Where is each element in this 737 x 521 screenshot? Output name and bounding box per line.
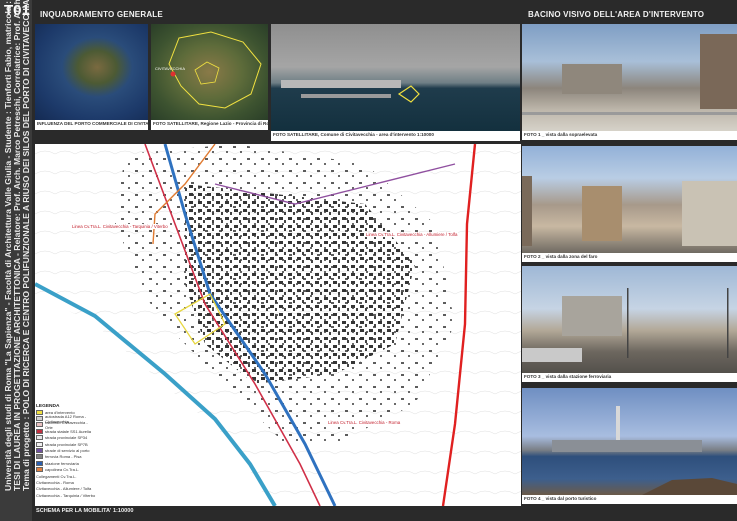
building — [582, 186, 622, 241]
title-sidebar: T01 Università degli studi di Roma "La S… — [0, 0, 32, 521]
legend-row: strada statale SS1 Aurelia — [36, 428, 96, 434]
intervention-area-outline — [397, 85, 420, 103]
rocks — [642, 478, 737, 495]
legend-swatch — [36, 428, 43, 434]
satellite-mediterranean-image — [35, 24, 148, 120]
street-lamp — [727, 288, 729, 358]
breakwater — [301, 94, 391, 98]
satellite-lazio-image: CIVITAVECCHIA — [151, 24, 268, 120]
legend-label: strada provinciale SP7B — [45, 441, 88, 447]
legend-swatch — [36, 422, 43, 428]
legend-footer-line: Civitavecchia - Allumiere / Tolfa — [36, 486, 92, 492]
port-piers — [281, 80, 401, 88]
building — [682, 181, 737, 246]
parked-cars — [522, 348, 582, 362]
photo-faro — [522, 146, 737, 253]
legend-label: capolinea Cv.Tra.L. — [45, 467, 80, 473]
schema-title: SCHEMA PER LA MOBILITA' 1:10000 — [36, 508, 134, 514]
railing — [522, 112, 737, 115]
mobility-map-drawing — [35, 144, 521, 506]
legend-row: strada provinciale SP34 — [36, 435, 96, 441]
photo4-elements — [552, 406, 737, 495]
legend-swatch — [36, 460, 43, 466]
header-bacino-visivo: BACINO VISIVO DELL'AREA D'INTERVENTO — [528, 10, 705, 19]
legend-swatch — [36, 409, 43, 415]
label-bus-roma: Linea Cv.Tra.L. Civitavecchia - Roma — [327, 420, 402, 425]
legend-swatch — [36, 416, 43, 422]
caption-foto1: FOTO 1 _ vista dalla sopraelevata — [522, 131, 737, 140]
legend-swatch — [36, 448, 43, 454]
comune-border — [194, 61, 220, 85]
legend-row: raccordo Civitavecchia - Orte — [36, 420, 96, 430]
province-outline-overlay: CIVITAVECCHIA — [155, 31, 262, 109]
caption-foto2: FOTO 2 _ vista dalla zona del faro — [522, 253, 737, 262]
legend-swatch — [36, 467, 43, 473]
photo-sopraelevata — [522, 24, 737, 131]
photo-stazione — [522, 266, 737, 373]
thesis-info: Università degli studi di Roma "La Sapie… — [3, 0, 31, 491]
caption-civitavecchia: FOTO SATELLITARE, Comune di Civitavecchi… — [271, 131, 520, 141]
photo1-buildings — [522, 34, 737, 115]
building — [700, 34, 737, 109]
caption-lazio: FOTO SATELLITARE, Regione Lazio - Provin… — [151, 120, 268, 130]
building — [562, 64, 622, 94]
legend-swatch — [36, 441, 43, 447]
map-legend: LEGENDA area d'intervento autostrada A12… — [36, 404, 96, 504]
legend-row: strada provinciale SP7B — [36, 441, 96, 447]
caption-foto3: FOTO 3 _ vista dalla stazione ferroviari… — [522, 373, 737, 382]
street-lamp — [627, 288, 629, 358]
legend-swatch — [36, 454, 43, 460]
header-inquadramento: INQUADRAMENTO GENERALE — [40, 10, 163, 19]
photo3-elements — [522, 288, 729, 362]
caption-porto-influenza: INFLUENZA DEL PORTO COMMERCIALE DI CIVIT… — [35, 120, 148, 130]
legend-label: ferrovia Roma - Pisa — [45, 454, 82, 460]
thesis-line-theme: Tema di progetto : POLO DI RICERCA E CEN… — [21, 0, 31, 491]
legend-label: strada provinciale SP34 — [45, 435, 88, 441]
legend-footer-line: Civitavecchia - Tarquinia / Viterbo — [36, 492, 96, 498]
photo-porto-turistico — [522, 388, 737, 495]
photo2-buildings — [522, 176, 737, 246]
civitavecchia-marker — [170, 71, 176, 77]
caption-foto4: FOTO 4 _ vista dal porto turistico — [522, 495, 737, 504]
legend-label: strada statale SS1 Aurelia — [45, 428, 92, 434]
legend-swatch — [36, 435, 43, 441]
label-bus-tarquinia: Linea Cv.Tra.L. Civitavecchia - Tarquini… — [71, 224, 169, 229]
mobility-map: Linea Cv.Tra.L. Civitavecchia - Tarquini… — [35, 144, 521, 506]
port-skyline — [552, 440, 702, 452]
silo-building — [562, 296, 622, 336]
satellite-civitavecchia-image — [271, 24, 520, 131]
building — [522, 176, 532, 246]
port-overlay — [281, 80, 420, 103]
legend-label: stazione ferroviaria — [45, 460, 79, 466]
civitavecchia-place-label: CIVITAVECCHIA — [155, 66, 185, 71]
legend-row: strade di servizio al porto — [36, 447, 96, 454]
label-bus-allumiere: Linea Cv.Tra.L. Civitavecchia - Allumier… — [365, 232, 459, 237]
legend-label: strade di servizio al porto — [45, 448, 90, 454]
